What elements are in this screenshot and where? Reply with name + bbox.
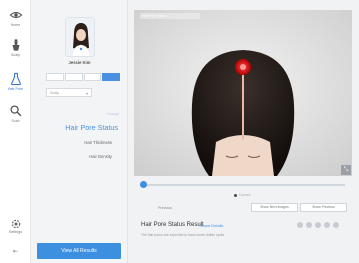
- avatar: [65, 17, 95, 57]
- result-title: Hair Pore Status Result: [141, 222, 204, 228]
- rail-item-scalp[interactable]: Scalp: [0, 38, 31, 68]
- select-value: Scalp: [50, 91, 59, 95]
- show-details-link[interactable]: Show Details: [200, 223, 223, 228]
- rating-dot: [315, 222, 321, 228]
- timeline-track[interactable]: [140, 184, 345, 186]
- rail-item-settings[interactable]: Settings: [0, 218, 31, 234]
- timeline-marker-label: Current: [239, 193, 251, 197]
- user-name: Jessie Kim: [68, 60, 91, 65]
- menu-item-hair-pore-status[interactable]: Hair Pore Status: [65, 123, 118, 132]
- previous-label: Previous: [158, 206, 172, 210]
- rail-item-label: Scalp: [11, 53, 20, 57]
- search-icon: [9, 105, 21, 117]
- rail-item-label: Home: [10, 23, 21, 27]
- settings-label: Settings: [9, 230, 22, 234]
- result-rating: [297, 222, 339, 228]
- view-all-results-button[interactable]: View All Results: [37, 243, 121, 259]
- expand-icon[interactable]: ⤡: [341, 165, 351, 175]
- exit-button[interactable]: ⇤: [0, 248, 31, 255]
- viewer-label: Hair Pore Status: [140, 13, 200, 19]
- toggle-option[interactable]: [46, 73, 64, 81]
- rail-item-scan[interactable]: Scan: [0, 104, 31, 134]
- toggle-option[interactable]: [83, 73, 102, 81]
- user-portrait: [66, 18, 94, 56]
- show-next-images-button[interactable]: Show Next Images: [251, 203, 298, 212]
- side-panel: Jessie Kim Scalp ▾ Change Hair Pore Stat…: [31, 0, 128, 263]
- brush-icon: [12, 39, 19, 51]
- timeline-handle[interactable]: [140, 181, 147, 188]
- rail-item-label: Scan: [11, 119, 20, 123]
- flask-icon: [10, 72, 21, 86]
- menu-item-hair-thickness[interactable]: Hair Thickness: [84, 140, 112, 145]
- left-rail: Home Scalp Hair Pore Scan Settings ⇤: [0, 0, 31, 263]
- view-toggle-group: [46, 73, 120, 81]
- result-description: The hair pores are expected to have some…: [141, 233, 225, 237]
- timeline-marker: [234, 194, 237, 197]
- show-previous-button[interactable]: Show Previous: [300, 203, 347, 212]
- gear-icon: [11, 219, 20, 229]
- rating-dot: [297, 222, 303, 228]
- chevron-down-icon: ▾: [85, 91, 88, 96]
- eye-icon: [9, 11, 22, 19]
- rail-item-home[interactable]: Home: [0, 8, 31, 38]
- category-select[interactable]: Scalp ▾: [46, 88, 92, 97]
- toggle-option[interactable]: [64, 73, 83, 81]
- rating-dot: [306, 222, 312, 228]
- rail-item-label: Hair Pore: [7, 87, 24, 91]
- change-link[interactable]: Change: [106, 112, 119, 116]
- scalp-image-viewer[interactable]: Hair Pore Status ⤡: [134, 10, 352, 176]
- rating-dot: [324, 222, 330, 228]
- toggle-option-active[interactable]: [102, 73, 120, 81]
- rating-dot: [333, 222, 339, 228]
- scalp-image: [134, 10, 352, 176]
- menu-item-hair-density[interactable]: Hair Density: [89, 154, 112, 159]
- rail-item-hair-pore[interactable]: Hair Pore: [0, 72, 31, 102]
